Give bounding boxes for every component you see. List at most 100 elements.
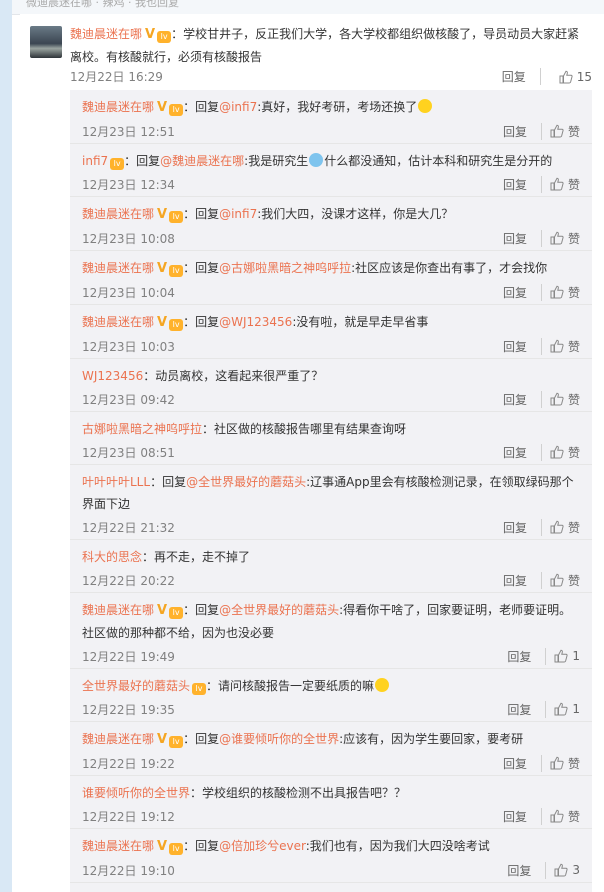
reply-username[interactable]: 古娜啦黑暗之神呜呼拉 (82, 422, 202, 436)
reply-mention-link[interactable]: @全世界最好的蘑菇头 (219, 603, 339, 617)
reply-button[interactable]: 回复 (503, 443, 542, 461)
reply-username[interactable]: 魏迪晨迷在哪 (82, 732, 154, 746)
reply-button[interactable]: 回复 (507, 861, 547, 879)
left-rail (0, 0, 12, 892)
main-reply-button[interactable]: 回复 (502, 68, 541, 85)
reply-item: 魏迪晨迷在哪 Vlv ：回复@infi7:我们大四，没课才这样，你是大几？ 12月23… (70, 197, 592, 251)
reply-username[interactable]: 叶叶叶叶LLL (82, 475, 150, 489)
like-button[interactable]: 赞 (550, 338, 580, 355)
like-button[interactable]: 赞 (550, 284, 580, 301)
like-button[interactable]: 1 (554, 649, 580, 663)
reply-username[interactable]: infi7 (82, 154, 108, 168)
reply-mention-link[interactable]: @全世界最好的蘑菇头 (186, 475, 306, 489)
avatar[interactable] (30, 26, 62, 58)
reply-meta: 12月22日 19:35 回复 1 (82, 697, 580, 721)
reply-ops: 回复 赞 (503, 229, 580, 247)
reply-timestamp: 12月23日 08:51 (82, 445, 175, 460)
reply-meta: 12月23日 10:03 回复 赞 (82, 334, 580, 358)
reply-button[interactable]: 回复 (503, 807, 542, 825)
reply-mention-link[interactable]: @倍加珍兮ever (219, 839, 306, 853)
like-button[interactable]: 赞 (550, 230, 580, 247)
like-button[interactable]: 3 (554, 863, 580, 877)
like-button[interactable]: 赞 (550, 755, 580, 772)
reply-timestamp: 12月23日 09:42 (82, 392, 175, 407)
reply-button[interactable]: 回复 (503, 571, 542, 589)
reply-username[interactable]: 魏迪晨迷在哪 (82, 207, 154, 221)
reply-username[interactable]: 科大的思念 (82, 550, 142, 564)
reply-button[interactable]: 回复 (503, 122, 542, 140)
reply-text-line: 魏迪晨迷在哪 Vlv ：回复@infi7:我们大四，没课才这样，你是大几？ (82, 203, 580, 226)
thumb-up-icon (550, 285, 564, 299)
reply-mention-link[interactable]: @魏迪晨迷在哪 (160, 154, 244, 168)
thumb-up-icon (554, 649, 568, 663)
reply-username[interactable]: 全世界最好的蘑菇头 (82, 679, 190, 693)
comment-card: 魏迪晨迷在哪 Vlv ：学校甘井子，反正我们大学，各大学校都组织做核酸了，导员动员大… (20, 14, 604, 892)
reply-mention-link[interactable]: @infi7 (219, 100, 257, 114)
reply-button[interactable]: 回复 (503, 175, 542, 193)
reply-mention-link[interactable]: @古娜啦黑暗之神呜呼拉 (219, 261, 351, 275)
reply-username[interactable]: 魏迪晨迷在哪 (82, 839, 154, 853)
thumb-up-icon (550, 339, 564, 353)
main-like-button[interactable]: 15 (559, 70, 592, 84)
thumb-up-icon (554, 702, 568, 716)
reply-mention-link[interactable]: @WJ123456 (219, 315, 292, 329)
main-username[interactable]: 魏迪晨迷在哪 (70, 27, 142, 41)
main-like-count: 15 (576, 69, 592, 84)
reply-item: 魏迪晨迷在哪 Vlv ：回复@全世界最好的蘑菇头:得看你干啥了，回家要证明，老师要证… (70, 593, 592, 669)
like-button[interactable]: 赞 (550, 519, 580, 536)
reply-prefix: ：回复 (150, 475, 187, 489)
reply-list: 魏迪晨迷在哪 Vlv ：回复@infi7:真好，我好考研，考场还换了 12月23日 1… (70, 90, 592, 892)
reply-mention-link[interactable]: @谁要倾听你的全世界 (219, 732, 339, 746)
reply-button[interactable]: 回复 (507, 700, 547, 718)
reply-username[interactable]: WJ123456 (82, 369, 143, 383)
reply-meta: 12月23日 12:51 回复 赞 (82, 119, 580, 143)
reply-text: 社区做的核酸报告哪里有结果查询呀 (214, 422, 407, 436)
like-button[interactable]: 赞 (550, 123, 580, 140)
reply-prefix: ：回复 (183, 207, 220, 221)
like-button[interactable]: 赞 (550, 444, 580, 461)
reply-text: :社区应该是你查出有事了，才会找你 (351, 261, 548, 275)
reply-username[interactable]: 谁要倾听你的全世界 (82, 786, 190, 800)
reply-timestamp: 12月23日 12:51 (82, 124, 175, 139)
reply-ops: 回复 赞 (503, 283, 580, 301)
level-badge-icon: lv (169, 265, 184, 277)
reply-timestamp: 12月23日 12:34 (82, 177, 175, 192)
like-button[interactable]: 赞 (550, 176, 580, 193)
reply-button[interactable]: 回复 (503, 754, 542, 772)
reply-username[interactable]: 魏迪晨迷在哪 (82, 261, 154, 275)
reply-username[interactable]: 魏迪晨迷在哪 (82, 603, 154, 617)
reply-item: 魏迪晨迷在哪 Vlv ：回复@infi7:真好，我好考研，考场还换了 12月23日 1… (70, 90, 592, 144)
reply-button[interactable]: 回复 (503, 337, 542, 355)
reply-text-line: WJ123456：动员离校，这看起来很严重了？ (82, 365, 580, 387)
main-actions: 回复 15 (502, 68, 592, 85)
reply-meta: 12月22日 19:10 回复 3 (82, 858, 580, 882)
reply-timestamp: 12月22日 19:49 (82, 649, 175, 664)
reply-username[interactable]: 魏迪晨迷在哪 (82, 315, 154, 329)
reply-ops: 回复 赞 (503, 337, 580, 355)
reply-button[interactable]: 回复 (507, 647, 547, 665)
reply-button[interactable]: 回复 (503, 390, 542, 408)
reply-timestamp: 12月23日 10:08 (82, 231, 175, 246)
reply-button[interactable]: 回复 (503, 283, 542, 301)
reply-item: 古娜啦黑暗之神呜呼拉：社区做的核酸报告哪里有结果查询呀 12月23日 08:51 回… (70, 412, 592, 465)
like-button[interactable]: 赞 (550, 391, 580, 408)
reply-button[interactable]: 回复 (503, 229, 542, 247)
like-button[interactable]: 赞 (550, 572, 580, 589)
level-badge-icon: lv (169, 211, 184, 223)
reply-prefix: ：回复 (183, 261, 220, 275)
reply-meta: 12月23日 12:34 回复 赞 (82, 172, 580, 196)
like-count: 赞 (567, 177, 580, 192)
reply-text-line: 科大的思念：再不走，走不掉了 (82, 546, 580, 568)
level-badge-icon: lv (169, 843, 184, 855)
reply-button[interactable]: 回复 (503, 518, 542, 536)
reply-username[interactable]: 魏迪晨迷在哪 (82, 100, 154, 114)
reply-mention-link[interactable]: @infi7 (219, 207, 257, 221)
thumb-up-icon (550, 573, 564, 587)
reply-text: :真好，我好考研，考场还换了 (257, 100, 418, 114)
like-button[interactable]: 1 (554, 702, 580, 716)
reply-prefix: ：回复 (183, 732, 220, 746)
like-button[interactable]: 赞 (550, 808, 580, 825)
verified-v-icon: V (157, 732, 168, 747)
reply-item: 科大的思念：再不走，走不掉了 12月22日 20:22 回复 赞 (70, 540, 592, 593)
like-count: 赞 (567, 520, 580, 535)
